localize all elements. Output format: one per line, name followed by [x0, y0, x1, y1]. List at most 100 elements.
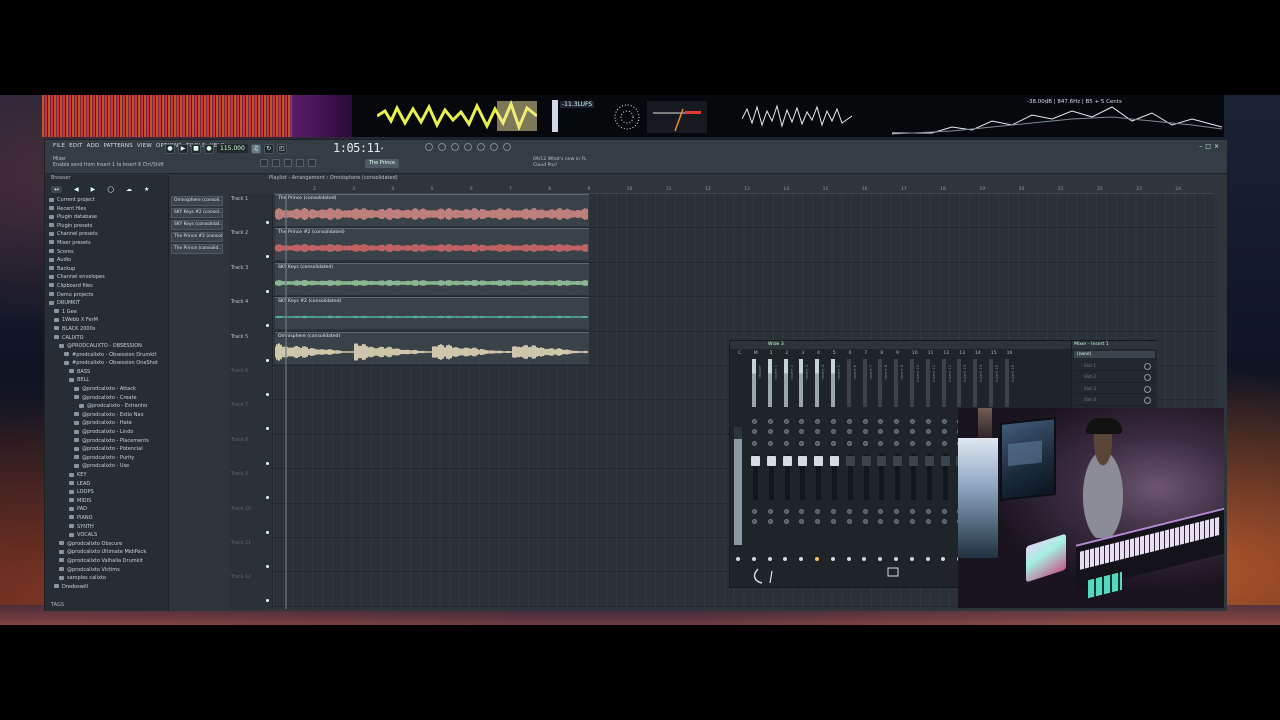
browser-item[interactable]: @prodcalixto - Lindo [49, 428, 167, 437]
mixer-strip[interactable]: Insert 5 [829, 357, 841, 411]
playhead[interactable] [285, 194, 287, 609]
stereo-knob[interactable] [878, 509, 884, 514]
stereo-knob[interactable] [815, 429, 821, 434]
browser-item[interactable]: @prodcalixto Ultimate MidiPack [49, 548, 167, 557]
mixer-track-number[interactable]: M [754, 351, 758, 356]
fader-cap[interactable] [845, 456, 855, 466]
pan-knob[interactable] [925, 441, 931, 446]
tempo-display[interactable]: 115.000 [217, 144, 248, 153]
browser-item[interactable]: #prodcalixto - Obsession OneShot [49, 359, 167, 368]
track-name[interactable]: Track 9 [231, 472, 248, 477]
stereo-knob[interactable] [894, 429, 900, 434]
pan-knob[interactable] [862, 441, 868, 446]
mixer-track-number[interactable]: 10 [912, 351, 918, 356]
stereo-knob[interactable] [862, 419, 868, 424]
fader-cap[interactable] [940, 456, 950, 466]
track-mute-led[interactable] [266, 393, 269, 396]
countdown-button[interactable]: ↻ [263, 143, 274, 154]
fader-cap[interactable] [877, 456, 887, 466]
browser-recent-icon[interactable]: ◯ [107, 186, 114, 193]
browser-item[interactable]: Recent files [49, 205, 167, 214]
browser-forward-icon[interactable]: ▶ [91, 186, 96, 193]
browser-icon[interactable] [477, 143, 485, 151]
stereo-knob[interactable] [941, 419, 947, 424]
mixer-strip[interactable]: Insert 10 [908, 357, 920, 411]
mixer-strip[interactable]: Master [750, 357, 762, 411]
mixer-strip[interactable]: Insert 8 [876, 357, 888, 411]
track-mute-led[interactable] [266, 324, 269, 328]
mixer-strip[interactable]: Insert 14 [971, 357, 983, 411]
track-mute-led[interactable] [266, 461, 269, 465]
stereo-knob[interactable] [846, 419, 852, 424]
stereo-knob[interactable] [831, 519, 836, 524]
fader-cap[interactable] [909, 456, 918, 466]
audio-clip[interactable]: The Prince #2 (consolidated) [275, 228, 589, 261]
stereo-knob[interactable] [862, 519, 868, 524]
pan-knob[interactable] [799, 441, 805, 446]
browser-item[interactable]: @prodcalixto - Potencial [49, 445, 167, 454]
browser-item[interactable]: Current project [49, 196, 167, 205]
browser-item[interactable]: CALIXTO [49, 334, 167, 343]
fader-cap[interactable] [861, 456, 871, 466]
route-send-button[interactable] [736, 557, 740, 561]
insert-input-select[interactable]: (none) [1074, 351, 1155, 358]
undo-icon[interactable] [260, 159, 268, 167]
stereo-knob[interactable] [941, 519, 947, 524]
volume-fader[interactable] [909, 454, 918, 500]
browser-item[interactable]: PIANO [49, 514, 167, 523]
pan-knob[interactable] [846, 441, 852, 446]
track-mute-led[interactable] [266, 358, 269, 362]
track-name[interactable]: Track 4 [231, 300, 248, 305]
stereo-knob[interactable] [752, 429, 757, 434]
stereo-knob[interactable] [752, 419, 757, 424]
stereo-knob[interactable] [783, 509, 789, 514]
track-mute-led[interactable] [266, 599, 269, 603]
track-mute-led[interactable] [266, 221, 269, 224]
browser-item[interactable]: @prodcalixto - Hate [49, 419, 167, 428]
pan-knob[interactable] [894, 441, 900, 446]
effect-slot[interactable]: Slot 1 [1074, 360, 1155, 372]
browser-item[interactable]: KEY [49, 471, 167, 480]
browser-item[interactable]: Demo projects [49, 291, 167, 300]
browser-item[interactable]: Clipboard files [49, 282, 167, 291]
metronome-button[interactable]: ♫ [250, 143, 261, 154]
stereo-knob[interactable] [894, 509, 900, 514]
browser-item[interactable]: DRUMKIT [49, 299, 167, 308]
piano-roll-icon[interactable] [438, 143, 446, 151]
browser-back-icon[interactable]: ◀ [74, 186, 79, 193]
plugin-picker-icon[interactable] [490, 143, 498, 151]
fader-cap[interactable] [766, 456, 776, 466]
browser-item[interactable]: Channel envelopes [49, 273, 167, 282]
fader-cap[interactable] [751, 456, 760, 466]
mixer-track-number[interactable]: 13 [959, 351, 965, 356]
browser-item[interactable]: Channel presets [49, 230, 167, 239]
browser-item[interactable]: Mixer presets [49, 239, 167, 248]
track-name[interactable]: Track 11 [231, 541, 251, 546]
fader-cap[interactable] [893, 456, 903, 466]
browser-item[interactable]: @prodcalixto - Estio Nao [49, 411, 167, 420]
fader-cap[interactable] [924, 456, 934, 466]
stereo-knob[interactable] [783, 419, 789, 424]
pattern-song-toggle[interactable]: ● [165, 143, 175, 154]
mixer-track-number[interactable]: 7 [864, 351, 867, 356]
route-send-button[interactable] [767, 557, 772, 561]
pan-knob[interactable] [878, 441, 884, 446]
route-send-button[interactable] [799, 557, 804, 561]
track-mute-led[interactable] [266, 255, 269, 259]
clip-picker-item[interactable]: SKY Keys (consolidat.. [171, 220, 223, 230]
stereo-knob[interactable] [767, 509, 773, 514]
pattern-selector[interactable]: The Prince [365, 159, 399, 168]
audio-clip[interactable]: Omnisphere (consolidated) [275, 331, 589, 364]
mixer-strip[interactable]: Insert 1 [766, 357, 778, 411]
browser-item[interactable]: MIDIS [49, 497, 167, 506]
song-position-display[interactable]: 1:05:11" [333, 141, 384, 155]
browser-item[interactable]: @prodcalixto - Placements [49, 437, 167, 446]
mixer-track-number[interactable]: 5 [833, 351, 836, 356]
redo-icon[interactable] [272, 159, 280, 167]
browser-favorite-icon[interactable]: ★ [144, 186, 149, 193]
route-send-button[interactable] [894, 557, 898, 561]
fader-cap[interactable] [782, 456, 792, 466]
news-panel[interactable]: 09/12 What's new in FL Cloud Pro? [533, 157, 587, 169]
blend-button[interactable]: ◰ [276, 143, 287, 154]
menu-edit[interactable]: EDIT [69, 143, 83, 149]
